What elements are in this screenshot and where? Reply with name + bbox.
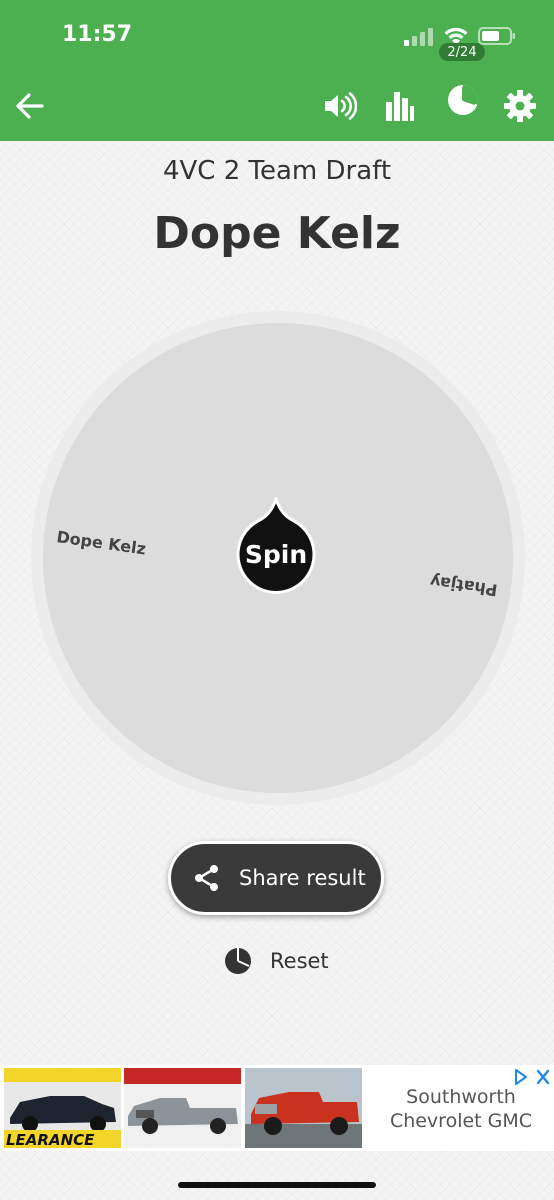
share-result-label: Share result xyxy=(239,866,366,890)
sound-button[interactable] xyxy=(318,70,362,141)
ad-image-pickup-gray[interactable] xyxy=(124,1068,241,1148)
toolbar xyxy=(0,70,554,141)
ad-text[interactable]: Southworth Chevrolet GMC xyxy=(370,1085,552,1133)
arrow-left-icon xyxy=(16,92,44,119)
reset-label: Reset xyxy=(270,949,329,973)
ad-image-pickup-red[interactable] xyxy=(245,1068,362,1148)
ad-text-line-2: Chevrolet GMC xyxy=(389,1110,533,1132)
ad-banner[interactable]: LEARANCE Southworth Chevrolet GMC xyxy=(0,1065,554,1151)
pie-chart-icon xyxy=(225,948,251,974)
app-header: 11:57 2/24 xyxy=(0,0,554,141)
wheel-title: 4VC 2 Team Draft xyxy=(162,156,392,186)
ad-text-line-1: Southworth xyxy=(406,1086,516,1108)
settings-button[interactable] xyxy=(498,70,542,141)
spin-button[interactable] xyxy=(236,497,316,597)
ad-choices-icon[interactable] xyxy=(512,1068,552,1086)
share-icon xyxy=(195,865,218,891)
pie-chart-icon xyxy=(448,84,479,115)
winner-name: Dope Kelz xyxy=(153,208,401,259)
volume-icon xyxy=(325,91,357,120)
ad-image-suv[interactable]: LEARANCE xyxy=(4,1068,121,1148)
stats-button[interactable] xyxy=(378,70,422,141)
home-indicator xyxy=(178,1182,376,1188)
reset-button[interactable]: Reset xyxy=(220,942,340,982)
ad-image-text: LEARANCE xyxy=(6,1131,95,1148)
back-button[interactable] xyxy=(8,70,52,141)
wheels-button[interactable] xyxy=(438,70,488,141)
bar-chart-icon xyxy=(386,91,414,121)
status-time: 11:57 xyxy=(62,22,133,47)
cellular-signal-icon xyxy=(404,28,433,46)
gear-icon xyxy=(504,89,536,122)
share-result-button[interactable]: Share result xyxy=(168,841,384,915)
wheel-count-badge: 2/24 xyxy=(439,43,485,61)
battery-icon xyxy=(478,27,515,45)
